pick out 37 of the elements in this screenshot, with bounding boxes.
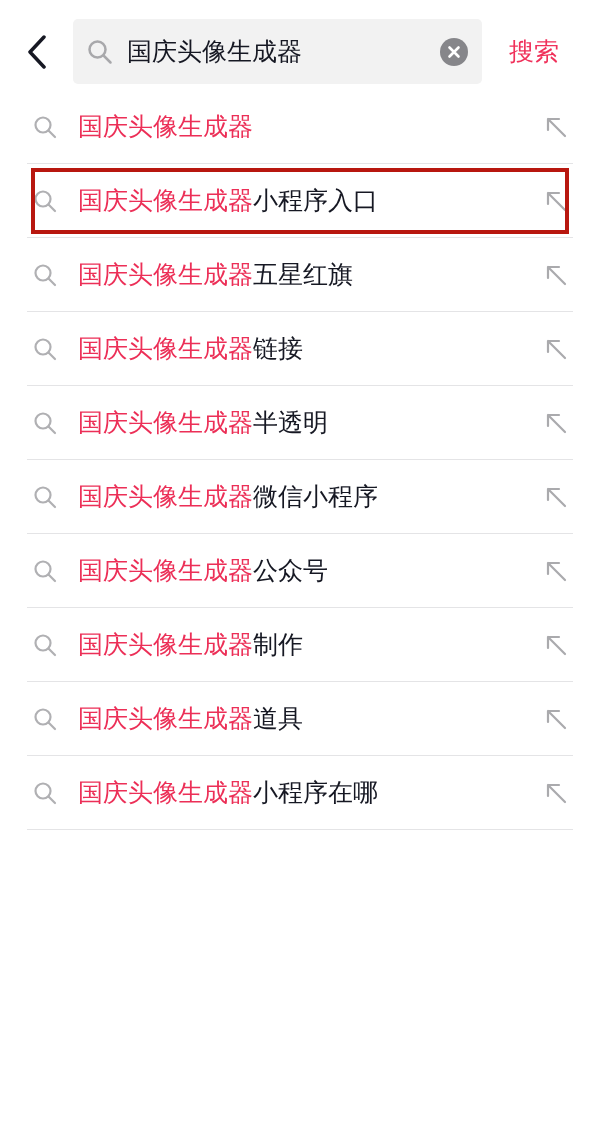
- search-icon: [33, 410, 57, 435]
- search-icon: [33, 632, 57, 657]
- suggestion-item[interactable]: 国庆头像生成器半透明: [27, 386, 573, 460]
- suggestion-text: 国庆头像生成器公众号: [78, 554, 328, 587]
- search-icon: [33, 188, 57, 213]
- suggestion-text: 国庆头像生成器: [78, 110, 253, 143]
- clear-icon[interactable]: [440, 37, 468, 66]
- highlighted-suggestion-item[interactable]: 国庆头像生成器小程序入口: [27, 164, 573, 238]
- suggestion-text: 国庆头像生成器制作: [78, 628, 303, 661]
- suggestion-text: 国庆头像生成器小程序入口: [78, 184, 378, 217]
- search-input[interactable]: 国庆头像生成器: [127, 32, 427, 71]
- suggestion-text: 国庆头像生成器小程序在哪: [78, 776, 378, 809]
- suggestion-item[interactable]: 国庆头像生成器微信小程序: [27, 460, 573, 534]
- search-icon: [33, 114, 57, 139]
- suggestion-item[interactable]: 国庆头像生成器道具: [27, 682, 573, 756]
- search-icon: [33, 780, 57, 805]
- search-icon: [33, 336, 57, 361]
- suggestion-text: 国庆头像生成器道具: [78, 702, 303, 735]
- suggestion-item[interactable]: 国庆头像生成器链接: [27, 312, 573, 386]
- suggestion-text: 国庆头像生成器链接: [78, 332, 303, 365]
- suggestion-item[interactable]: 国庆头像生成器五星红旗: [27, 238, 573, 312]
- suggestion-text: 国庆头像生成器半透明: [78, 406, 328, 439]
- search-icon: [33, 558, 57, 583]
- suggestion-item[interactable]: 国庆头像生成器制作: [27, 608, 573, 682]
- suggestion-item[interactable]: 国庆头像生成器: [27, 90, 573, 164]
- search-icon: [33, 484, 57, 509]
- back-icon[interactable]: [27, 34, 47, 69]
- search-field[interactable]: 国庆头像生成器: [73, 19, 482, 84]
- search-icon: [87, 38, 113, 65]
- suggestion-item[interactable]: 国庆头像生成器公众号: [27, 534, 573, 608]
- search-button[interactable]: 搜索: [509, 32, 559, 71]
- fill-arrow-icon[interactable]: [545, 189, 567, 212]
- suggestion-text: 国庆头像生成器微信小程序: [78, 480, 378, 513]
- suggestion-item[interactable]: 国庆头像生成器小程序在哪: [27, 756, 573, 830]
- search-icon: [33, 706, 57, 731]
- search-icon: [33, 262, 57, 287]
- suggestion-text: 国庆头像生成器五星红旗: [78, 258, 353, 291]
